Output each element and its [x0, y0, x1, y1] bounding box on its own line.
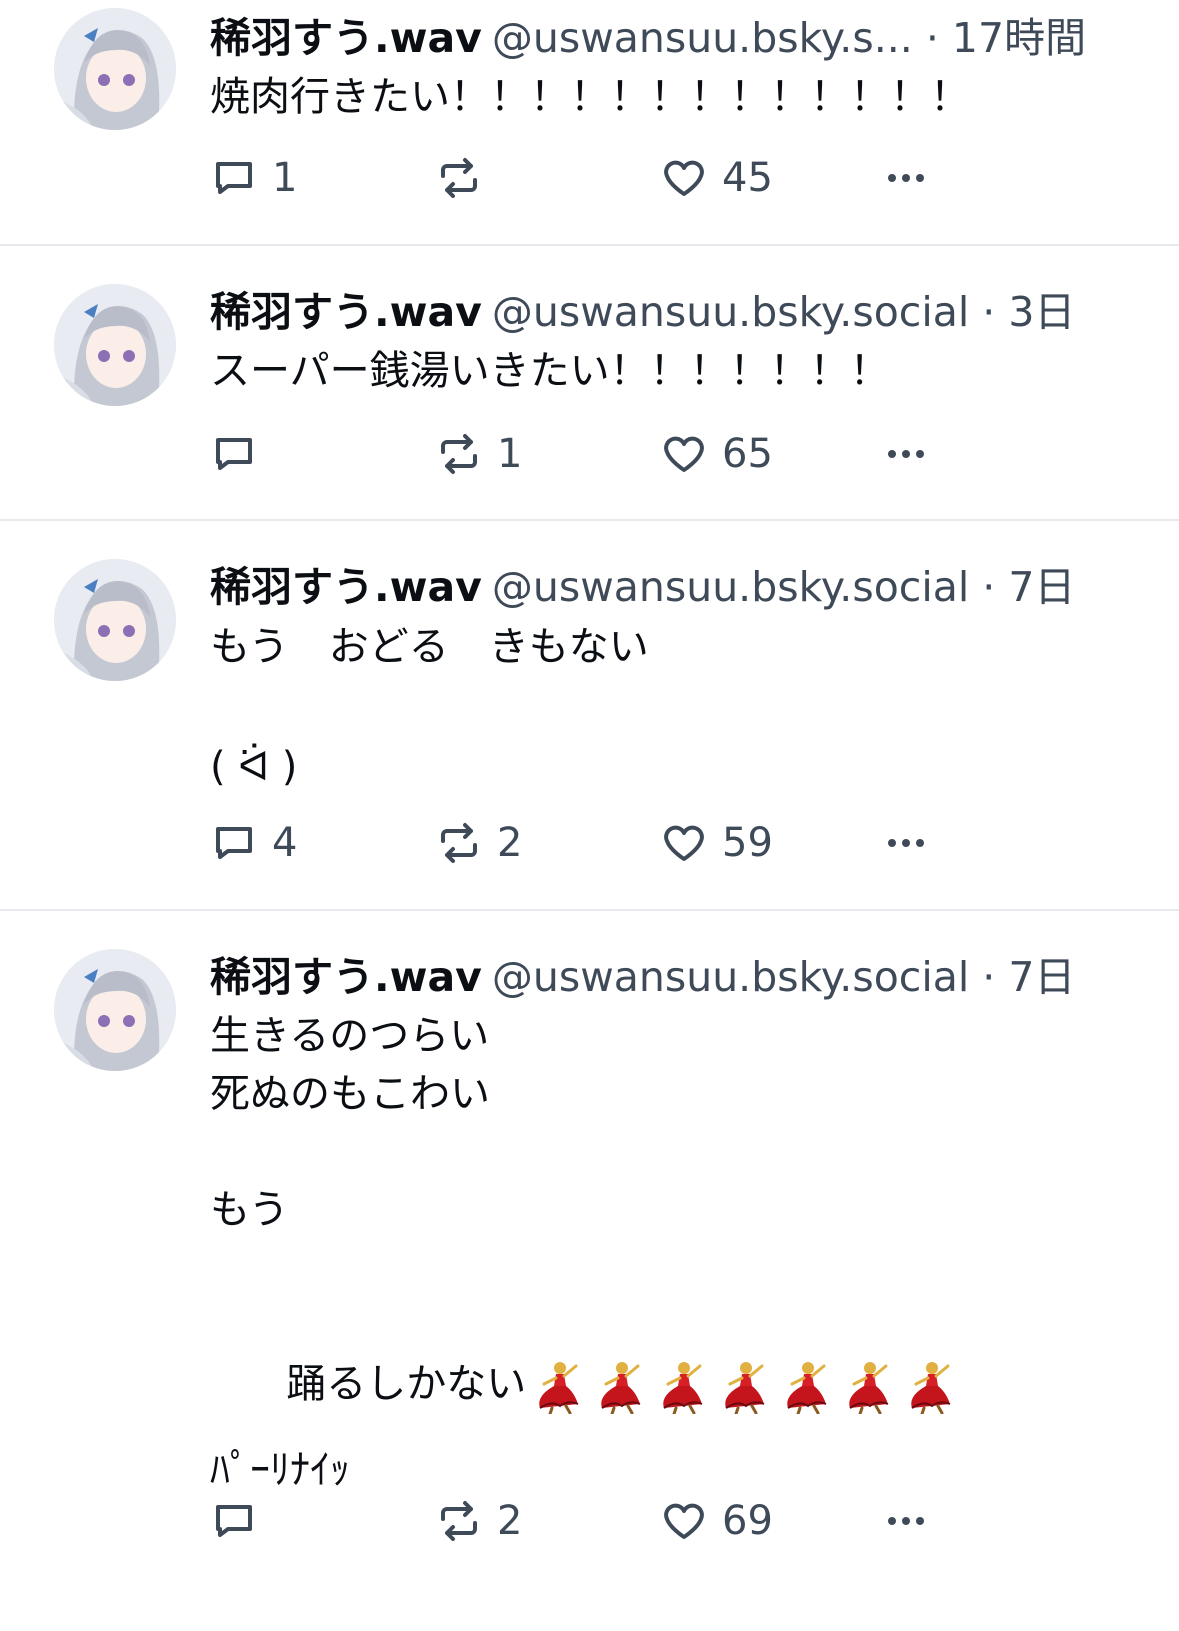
more-icon: [888, 1517, 924, 1525]
post-actions: 1 45: [210, 148, 970, 208]
dancer-emoji: [787, 1362, 827, 1414]
dancer-emoji: [601, 1362, 641, 1414]
author-name[interactable]: 稀羽すう.wav: [210, 288, 482, 336]
like-count: 45: [722, 155, 773, 201]
post-time[interactable]: · 7日: [982, 953, 1075, 1001]
more-icon: [888, 450, 924, 458]
post-4[interactable]: 稀羽すう.wav @uswansuu.bsky.social · 7日 生きるのつ…: [0, 911, 1179, 1631]
repost-icon: [441, 823, 477, 863]
reply-button[interactable]: [210, 424, 272, 484]
heart-icon: [664, 825, 704, 861]
like-count: 69: [722, 1498, 773, 1544]
heart-icon: [664, 436, 704, 472]
more-button[interactable]: [882, 424, 930, 484]
author-name[interactable]: 稀羽すう.wav: [210, 14, 482, 62]
reply-count: 4: [272, 820, 298, 866]
avatar[interactable]: [54, 284, 176, 406]
repost-icon: [441, 158, 477, 198]
author-handle[interactable]: @uswansuu.bsky.s...: [492, 14, 913, 62]
reply-button[interactable]: [210, 1491, 272, 1551]
avatar-image: [54, 8, 176, 130]
more-button[interactable]: [882, 148, 930, 208]
repost-count: 1: [497, 431, 523, 477]
dancer-emoji: [539, 1362, 579, 1414]
post-1[interactable]: 稀羽すう.wav @uswansuu.bsky.s... · 17時間 焼肉行きた…: [0, 0, 1179, 246]
more-button[interactable]: [882, 1491, 930, 1551]
post-3[interactable]: 稀羽すう.wav @uswansuu.bsky.social · 7日 もう おど…: [0, 521, 1179, 911]
repost-button[interactable]: 1: [435, 424, 522, 484]
author-handle[interactable]: @uswansuu.bsky.social: [492, 288, 969, 336]
repost-icon: [441, 434, 477, 474]
post-text: 焼肉行きたい！！！！！！！！！！！！！: [210, 74, 970, 120]
author-handle[interactable]: @uswansuu.bsky.social: [492, 563, 969, 611]
reply-button[interactable]: 4: [210, 813, 297, 873]
reply-icon: [216, 827, 252, 859]
like-button[interactable]: 65: [660, 424, 773, 484]
post-text-dance: 踊るしかない: [286, 1361, 527, 1407]
author-name[interactable]: 稀羽すう.wav: [210, 563, 482, 611]
post-text: スーパー銭湯いきたい！！！！！！！: [210, 348, 890, 394]
like-count: 59: [722, 820, 773, 866]
reply-count: 1: [272, 155, 298, 201]
post-content: 稀羽すう.wav @uswansuu.bsky.social · 3日 スーパー銭…: [210, 282, 1139, 400]
avatar-image: [54, 559, 176, 681]
reply-button[interactable]: 1: [210, 148, 297, 208]
dancer-emoji: [663, 1362, 703, 1414]
heart-icon: [664, 160, 704, 196]
author-handle[interactable]: @uswansuu.bsky.social: [492, 953, 969, 1001]
repost-count: 2: [497, 820, 523, 866]
avatar[interactable]: [54, 949, 176, 1071]
like-count: 65: [722, 431, 773, 477]
post-time[interactable]: · 3日: [982, 288, 1075, 336]
like-button[interactable]: 45: [660, 148, 773, 208]
avatar-image: [54, 284, 176, 406]
repost-icon: [441, 1501, 477, 1541]
post-header: 稀羽すう.wav @uswansuu.bsky.social · 7日: [210, 557, 1139, 617]
post-header: 稀羽すう.wav @uswansuu.bsky.s... · 17時間: [210, 8, 1139, 68]
avatar[interactable]: [54, 8, 176, 130]
avatar[interactable]: [54, 559, 176, 681]
dancer-emoji: [911, 1362, 951, 1414]
repost-count: 2: [497, 1498, 523, 1544]
dancer-emoji: [849, 1362, 889, 1414]
post-content: 稀羽すう.wav @uswansuu.bsky.s... · 17時間 焼肉行きた…: [210, 8, 1139, 126]
post-actions: 1 65: [210, 424, 970, 484]
repost-button[interactable]: [435, 148, 497, 208]
avatar-image: [54, 949, 176, 1071]
more-icon: [888, 839, 924, 847]
like-button[interactable]: 59: [660, 813, 773, 873]
repost-button[interactable]: 2: [435, 813, 522, 873]
like-button[interactable]: 69: [660, 1491, 773, 1551]
post-text-dance-line: 踊るしかない: [210, 1297, 1139, 1414]
post-content: 稀羽すう.wav @uswansuu.bsky.social · 7日 もう おど…: [210, 557, 1139, 797]
post-header: 稀羽すう.wav @uswansuu.bsky.social · 7日: [210, 947, 1139, 1007]
more-icon: [888, 174, 924, 182]
reply-icon: [216, 438, 252, 470]
post-time[interactable]: · 17時間: [926, 14, 1086, 62]
heart-icon: [664, 1503, 704, 1539]
post-time[interactable]: · 7日: [982, 563, 1075, 611]
post-actions: 4 2 59: [210, 813, 970, 873]
reply-icon: [216, 162, 252, 194]
more-button[interactable]: [882, 813, 930, 873]
reply-icon: [216, 1505, 252, 1537]
post-text: もう おどる きもない ( ᐛ ): [210, 624, 649, 790]
post-text-top: 生きるのつらい 死ぬのもこわい もう: [210, 1013, 490, 1233]
repost-button[interactable]: 2: [435, 1491, 522, 1551]
author-name[interactable]: 稀羽すう.wav: [210, 953, 482, 1001]
post-actions: 2 69: [210, 1491, 970, 1551]
post-2[interactable]: 稀羽すう.wav @uswansuu.bsky.social · 3日 スーパー銭…: [0, 246, 1179, 521]
post-header: 稀羽すう.wav @uswansuu.bsky.social · 3日: [210, 282, 1139, 342]
post-content: 稀羽すう.wav @uswansuu.bsky.social · 7日 生きるのつ…: [210, 947, 1139, 1499]
dancer-emoji: [725, 1362, 765, 1414]
dancer-emoji-row: [530, 1358, 958, 1414]
